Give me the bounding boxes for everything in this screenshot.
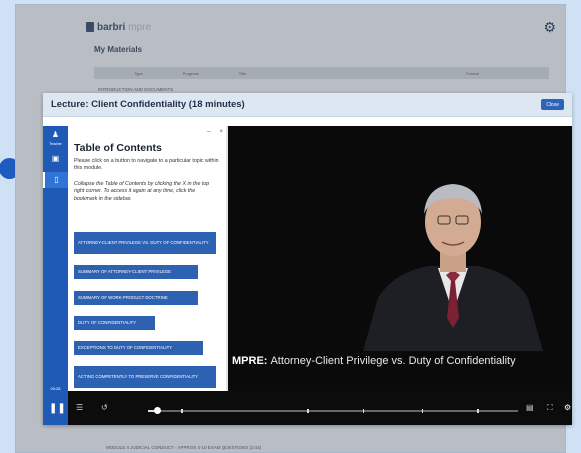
- toc-title: Table of Contents: [74, 142, 162, 154]
- settings-gear-icon[interactable]: ⚙: [543, 19, 556, 36]
- background-header: barbri mpre ⚙: [86, 15, 556, 39]
- progress-bar[interactable]: [148, 407, 518, 414]
- brand-sub: mpre: [128, 21, 152, 33]
- background-table-header: Type Progress Title Format: [94, 67, 549, 79]
- toc-item-attorney-client-privilege-vs-duty[interactable]: ATTORNEY-CLIENT PRIVILEGE VS. DUTY OF CO…: [74, 232, 216, 254]
- toc-close-icon[interactable]: ×: [219, 129, 223, 135]
- toc-minimize-icon[interactable]: –: [207, 129, 210, 135]
- fullscreen-icon[interactable]: ⛶: [547, 403, 553, 413]
- table-of-contents-panel: – × Table of Contents Please click on a …: [68, 126, 228, 391]
- table-header-format: Format: [466, 70, 479, 76]
- toc-item-acting-competently[interactable]: ACTING COMPETENTLY TO PRESERVE CONFIDENT…: [74, 366, 216, 388]
- user-icon[interactable]: ♟: [43, 130, 68, 139]
- toc-item-summary-attorney-client-privilege[interactable]: SUMMARY OF ATTORNEY-CLIENT PRIVILEGE: [74, 265, 198, 279]
- video-player[interactable]: MPRE: Attorney-Client Privilege vs. Duty…: [228, 126, 572, 391]
- close-button[interactable]: Close: [541, 99, 564, 110]
- toc-item-exceptions-duty-of-confidentiality[interactable]: EXCEPTIONS TO DUTY OF CONFIDENTIALITY: [74, 341, 203, 355]
- rewind-icon[interactable]: ↺: [101, 403, 108, 412]
- modal-title-bar: Lecture: Client Confidentiality (18 minu…: [43, 93, 572, 117]
- background-footer-row: MODULE II JUDICIAL CONDUCT · APPROX 4-10…: [106, 445, 262, 450]
- chapter-mark[interactable]: [421, 409, 424, 413]
- lecture-modal: Lecture: Client Confidentiality (18 minu…: [43, 93, 572, 425]
- chapter-mark[interactable]: [477, 409, 479, 413]
- presenter-video-frame: [363, 184, 543, 351]
- background-page-title: My Materials: [94, 45, 143, 54]
- captions-icon[interactable]: ▤: [526, 403, 534, 412]
- chapter-mark[interactable]: [362, 409, 365, 413]
- document-icon[interactable]: ▣: [43, 154, 68, 163]
- toc-controls: – ×: [207, 129, 223, 135]
- sidebar-rail: ♟ Teacher ▣ ▯ 00:28 18:57: [43, 126, 68, 425]
- brand-logo-icon: [86, 22, 94, 32]
- progress-thumb[interactable]: [154, 407, 162, 414]
- video-caption: MPRE: Attorney-Client Privilege vs. Duty…: [228, 351, 572, 371]
- table-header-type: Type: [134, 70, 143, 76]
- list-icon[interactable]: ☰: [76, 403, 83, 412]
- chapter-mark[interactable]: [181, 409, 183, 413]
- user-label: Teacher: [49, 142, 62, 146]
- toc-hint-text: Collapse the Table of Contents by clicki…: [74, 181, 210, 202]
- caption-bold: MPRE:: [232, 355, 268, 367]
- brand-logo: barbri mpre: [86, 22, 151, 33]
- rail-bottom: ❚❚: [43, 391, 68, 425]
- background-table-row: INTRODUCTION AND DOCUMENTS: [98, 87, 174, 92]
- chapter-mark[interactable]: [307, 409, 309, 413]
- brand-name: barbri: [97, 21, 126, 33]
- table-header-title: Title: [238, 70, 247, 76]
- gear-icon[interactable]: ⚙: [564, 403, 571, 412]
- player-control-bar: ☰ ↺ ▤ ⛶ ⚙: [68, 391, 572, 425]
- toc-intro-text: Please click on a button to navigate to …: [74, 158, 219, 172]
- caption-text: Attorney-Client Privilege vs. Duty of Co…: [270, 355, 516, 367]
- bookmark-toc-icon[interactable]: ▯: [43, 172, 68, 188]
- table-header-progress: Progress: [182, 70, 199, 76]
- toc-item-duty-of-confidentiality[interactable]: DUTY OF CONFIDENTIALITY: [74, 316, 155, 330]
- modal-title: Lecture: Client Confidentiality (18 minu…: [51, 99, 245, 110]
- toc-item-summary-work-product-doctrine[interactable]: SUMMARY OF WORK-PRODUCT DOCTRINE: [74, 291, 198, 305]
- pause-icon[interactable]: ❚❚: [49, 403, 66, 414]
